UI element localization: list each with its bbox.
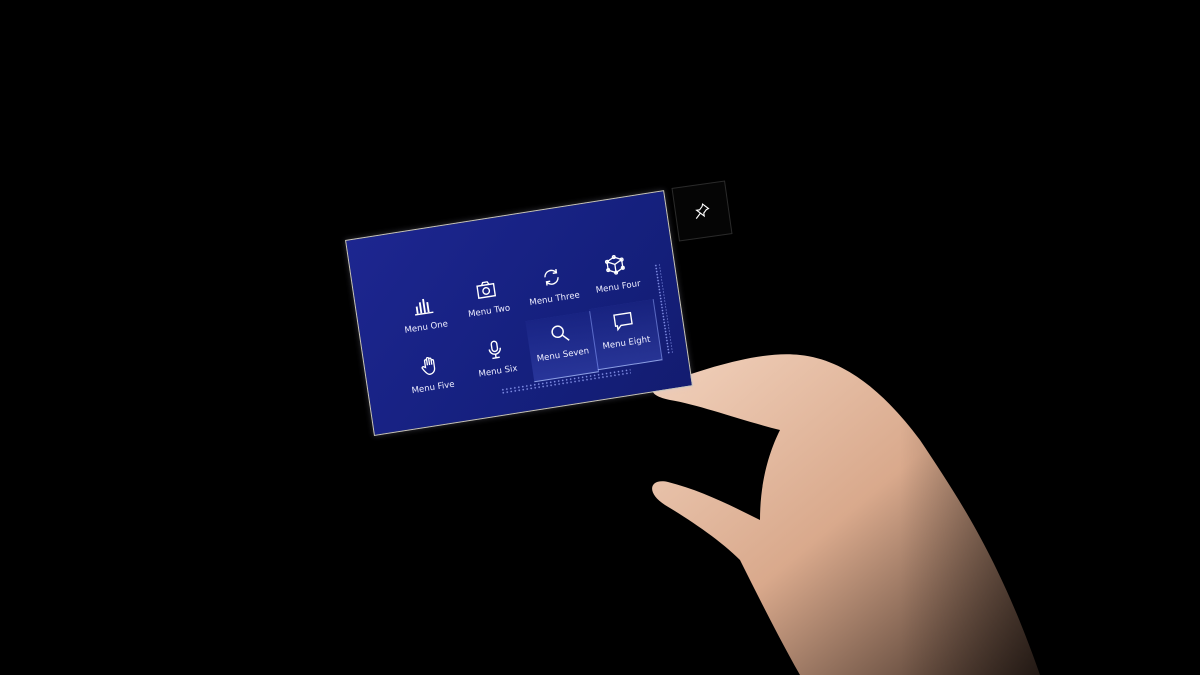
menu-item-label: Menu Two xyxy=(467,303,511,320)
cube-icon xyxy=(604,254,625,275)
menu-item-two[interactable]: Menu Two xyxy=(452,268,525,338)
menu-item-seven[interactable]: Menu Seven xyxy=(525,311,600,383)
chat-bubble-icon xyxy=(613,311,633,332)
microphone-icon xyxy=(488,340,501,360)
menu-item-label: Menu One xyxy=(403,319,449,336)
pin-button[interactable] xyxy=(671,180,733,242)
menu-item-label: Menu Six xyxy=(477,363,519,380)
menu-item-label: Menu Five xyxy=(411,379,456,397)
menu-item-one[interactable]: Menu One xyxy=(389,284,462,354)
menu-item-eight[interactable]: Menu Eight xyxy=(588,299,663,371)
camera-icon xyxy=(476,281,497,299)
menu-item-label: Menu Four xyxy=(595,278,642,296)
menu-item-label: Menu Seven xyxy=(536,346,590,365)
menu-item-label: Menu Three xyxy=(528,290,581,309)
hand-icon xyxy=(421,356,436,375)
bar-chart-icon xyxy=(414,298,434,316)
pin-icon xyxy=(695,203,710,219)
refresh-icon xyxy=(544,268,559,286)
search-icon xyxy=(551,325,570,341)
menu-item-label: Menu Eight xyxy=(601,334,652,353)
menu-item-five[interactable]: Menu Five xyxy=(396,344,469,414)
